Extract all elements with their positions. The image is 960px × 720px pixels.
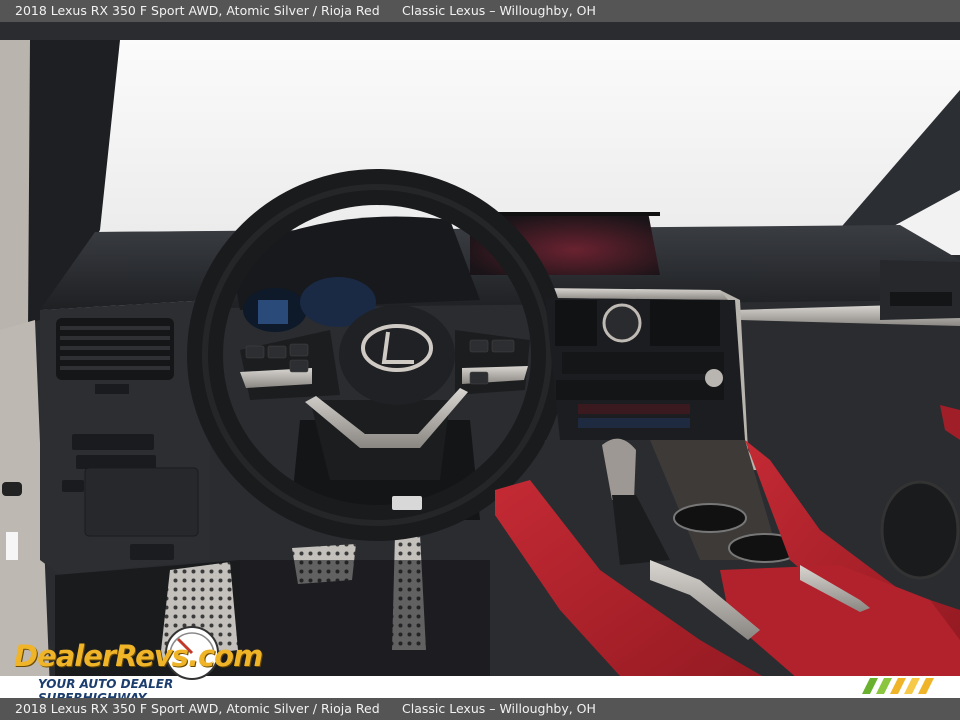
- dealer-logo: DealerRevs.com: [14, 639, 263, 673]
- vehicle-caption: 2018 Lexus RX 350 F Sport AWD, Atomic Si…: [15, 3, 380, 18]
- bottom-caption-bar: 2018 Lexus RX 350 F Sport AWD, Atomic Si…: [0, 698, 960, 720]
- vehicle-caption-footer: 2018 Lexus RX 350 F Sport AWD, Atomic Si…: [15, 701, 380, 716]
- dealer-watermark: DealerRevs.com YOUR AUTO DEALER SUPERHIG…: [10, 625, 270, 705]
- dealer-caption-footer: Classic Lexus – Willoughby, OH: [402, 701, 596, 716]
- photo-page: 2018 Lexus RX 350 F Sport AWD, Atomic Si…: [0, 0, 960, 720]
- brand-stripes-icon: [862, 678, 934, 694]
- interior-photo: [0, 22, 960, 698]
- top-caption-bar: 2018 Lexus RX 350 F Sport AWD, Atomic Si…: [0, 0, 960, 22]
- dealer-caption: Classic Lexus – Willoughby, OH: [402, 3, 596, 18]
